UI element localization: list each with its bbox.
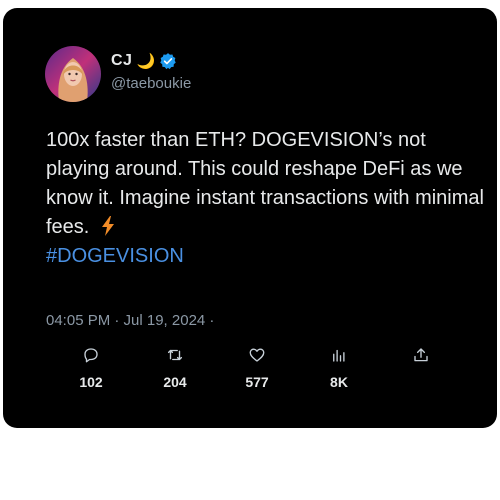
share-icon	[414, 348, 428, 362]
hashtag-link[interactable]: #DOGEVISION	[46, 245, 184, 267]
views-chart-icon	[333, 349, 345, 362]
share-button[interactable]	[391, 346, 451, 364]
lightning-bolt-icon	[101, 216, 114, 236]
avatar[interactable]	[45, 46, 101, 102]
retweet-icon	[167, 349, 183, 361]
view-count: 8K	[330, 374, 348, 390]
reply-count: 102	[79, 374, 103, 390]
tweet-card: CJ 🌙 @taeboukie 100x faster than ETH? DO…	[3, 8, 497, 428]
reply-button[interactable]: 102	[61, 346, 121, 390]
views-button[interactable]: 8K	[309, 346, 369, 390]
verified-badge-icon[interactable]	[159, 52, 177, 70]
like-button[interactable]: 577	[227, 346, 287, 390]
tweet-timestamp[interactable]: 04:05 PM · Jul 19, 2024 ·	[46, 312, 214, 329]
display-name[interactable]: CJ	[111, 52, 132, 70]
user-name-row[interactable]: CJ 🌙	[111, 52, 177, 70]
like-count: 577	[245, 374, 269, 390]
tweet-text: 100x faster than ETH? DOGEVISION’s not p…	[46, 126, 486, 271]
reply-icon	[84, 348, 98, 363]
user-handle[interactable]: @taeboukie	[111, 75, 191, 92]
retweet-button[interactable]: 204	[145, 346, 205, 390]
retweet-count: 204	[163, 374, 187, 390]
moon-emoji: 🌙	[136, 52, 156, 70]
heart-icon	[249, 348, 265, 362]
